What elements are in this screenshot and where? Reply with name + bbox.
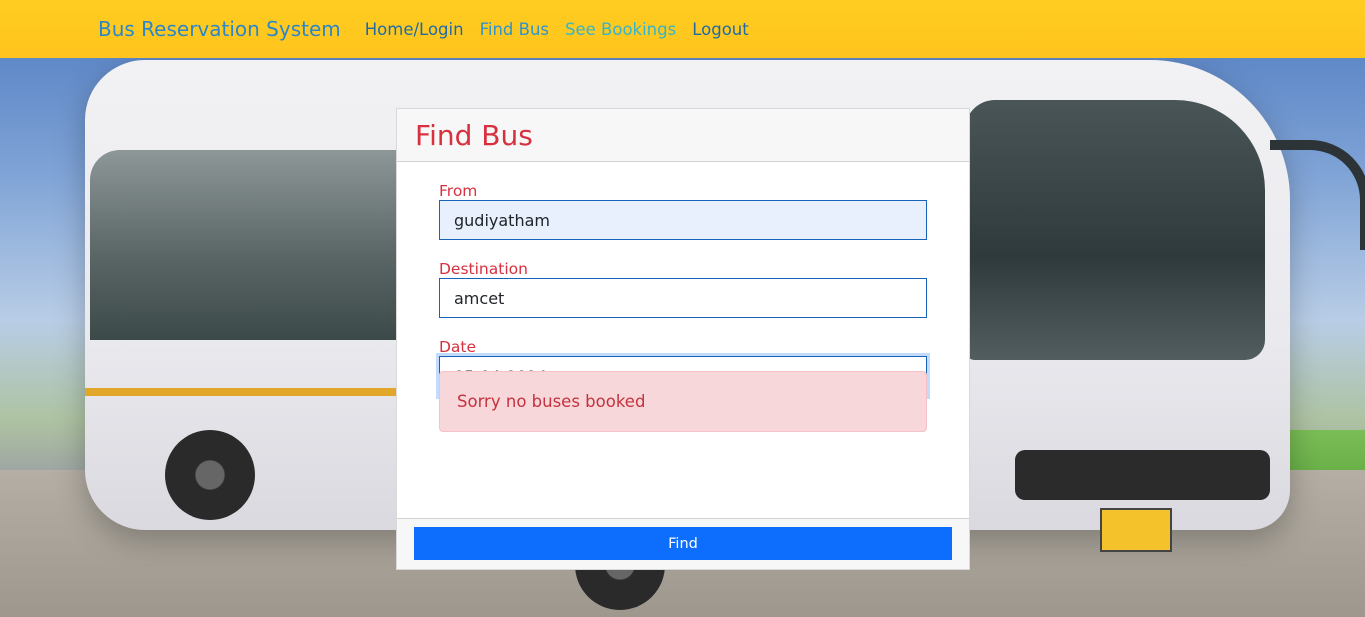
date-label: Date	[439, 338, 477, 356]
no-buses-alert: Sorry no buses booked	[439, 371, 927, 432]
nav-find-bus[interactable]: Find Bus	[480, 20, 549, 39]
nav-home-login[interactable]: Home/Login	[365, 20, 464, 39]
find-button[interactable]: Find	[414, 527, 952, 560]
brand-link[interactable]: Bus Reservation System	[98, 17, 341, 41]
bus-side-windows	[90, 150, 410, 340]
card-body: From Destination Date	[397, 182, 969, 396]
find-bus-card: Find Bus From Destination Date Sorry no …	[396, 108, 970, 570]
bus-stripe	[85, 388, 405, 396]
nav-see-bookings[interactable]: See Bookings	[565, 20, 676, 39]
bus-rear-wheel	[165, 430, 255, 520]
from-label: From	[439, 182, 478, 200]
bus-mirror	[1270, 140, 1365, 250]
card-header: Find Bus	[397, 109, 969, 162]
card-footer: Find	[397, 518, 969, 569]
nav-logout[interactable]: Logout	[692, 20, 749, 39]
from-input[interactable]	[439, 200, 927, 240]
destination-input[interactable]	[439, 278, 927, 318]
destination-label: Destination	[439, 260, 528, 278]
bus-license-plate	[1100, 508, 1172, 552]
bus-grill	[1015, 450, 1270, 500]
top-navbar: Bus Reservation System Home/Login Find B…	[0, 0, 1365, 58]
bus-windshield	[965, 100, 1265, 360]
page-title: Find Bus	[415, 118, 533, 152]
